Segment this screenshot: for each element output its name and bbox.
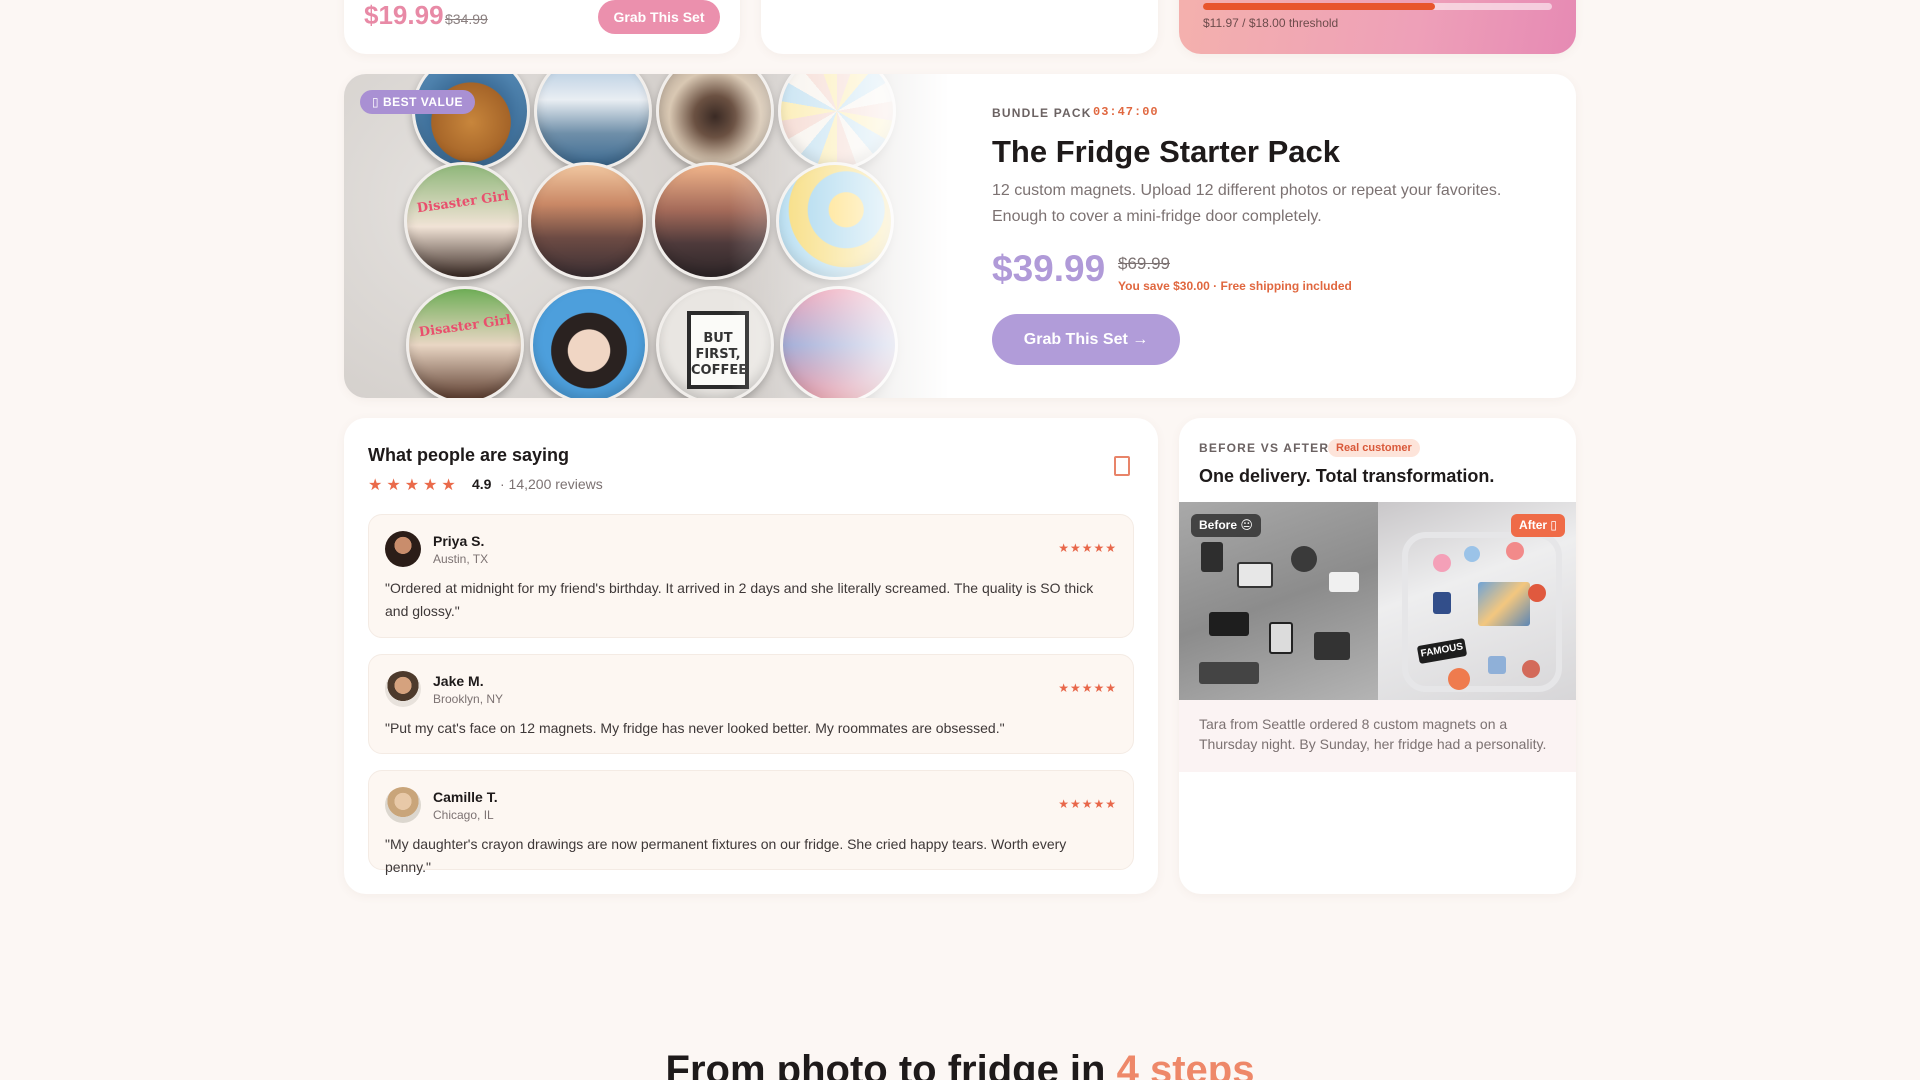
rating-stars: ★ ★ ★ ★ ★ — [368, 475, 456, 495]
rating-value: 4.9 — [472, 476, 492, 492]
shipping-progress-fill — [1203, 3, 1436, 10]
star-icon: ★ — [386, 477, 401, 494]
bundle-savings: You save $30.00 · Free shipping included — [1118, 279, 1352, 293]
bundle-title: The Fridge Starter Pack — [992, 134, 1341, 169]
after-label: After ▯ — [1511, 514, 1565, 537]
magnet-caption: Disaster Girl — [416, 188, 510, 217]
fridge-magnet-shape — [1209, 612, 1249, 636]
fridge-magnet-shape — [1329, 572, 1359, 592]
real-customer-tag: Real customer — [1328, 439, 1420, 457]
fridge-magnet-shape — [1201, 542, 1223, 572]
reviewer-location: Brooklyn, NY — [433, 692, 504, 706]
reviews-title: What people are saying — [368, 445, 570, 465]
product-card-top-left: $19.99 $34.99 Grab This Set — [344, 0, 740, 54]
product-card-top-middle — [761, 0, 1158, 54]
fridge-magnet-shape — [1237, 562, 1273, 588]
review-count: · 14,200 reviews — [500, 476, 603, 492]
avatar — [385, 787, 421, 823]
reviews-card: What people are saying ★ ★ ★ ★ ★ 4.9 · 1… — [344, 418, 1158, 894]
before-after-caption: Tara from Seattle ordered 8 custom magne… — [1179, 700, 1576, 772]
before-image: Before 😐 — [1179, 502, 1378, 700]
before-label: Before 😐 — [1191, 514, 1261, 537]
star-icon: ★ — [441, 477, 456, 494]
bundle-eyebrow: BUNDLE PACK — [992, 106, 1092, 120]
fridge-magnet-shape — [1269, 622, 1293, 654]
fridge-magnet-shape — [1291, 546, 1317, 572]
street-magnet-1 — [528, 162, 646, 280]
mountain-magnet — [534, 74, 652, 170]
review-quote: "Ordered at midnight for my friend's bir… — [385, 580, 1094, 619]
disaster-girl-magnet: Disaster Girl — [404, 162, 522, 280]
product-price: $19.99 — [364, 0, 444, 30]
reviewer-location: Chicago, IL — [433, 808, 494, 822]
review-stars: ★★★★★ — [1058, 541, 1117, 555]
bundle-card: Disaster Girl Disaster Girl BUT FIRST, C… — [344, 74, 1576, 398]
fridge-magnet-shape — [1433, 592, 1451, 614]
star-icon: ★ — [404, 477, 420, 494]
fridge-magnet-shape — [1506, 542, 1524, 560]
review-quote: "Put my cat's face on 12 magnets. My fri… — [385, 720, 1005, 736]
smiley-magnet — [776, 162, 894, 280]
shipping-progress-bar — [1203, 3, 1552, 10]
fridge-magnet-shape — [1199, 662, 1259, 684]
fridge-magnet-shape — [1528, 584, 1546, 602]
shipping-progress-card: $11.97 / $18.00 threshold — [1179, 0, 1576, 54]
street-magnet-2 — [652, 162, 770, 280]
star-icon: ★ — [368, 477, 383, 494]
after-image: After ▯ FAMOUS — [1378, 502, 1576, 700]
bundle-old-price: $69.99 — [1118, 254, 1170, 273]
reviewer-name: Camille T. — [433, 789, 498, 805]
product-old-price: $34.99 — [445, 11, 488, 27]
fridge-magnet-shape — [1464, 546, 1480, 562]
photo-collage-magnet — [1478, 582, 1530, 626]
fridge-magnet-shape — [1448, 668, 1470, 690]
dog-magnet — [412, 74, 530, 170]
avatar — [385, 531, 421, 567]
avatar — [385, 671, 421, 707]
review-item: Jake M. Brooklyn, NY ★★★★★ "Put my cat's… — [368, 654, 1134, 754]
section-heading-main: From photo to fridge in — [665, 1048, 1117, 1080]
magnet-caption-2: Disaster Girl — [418, 312, 512, 341]
bundle-description: 12 custom magnets. Upload 12 different p… — [992, 182, 1502, 225]
bookmark-icon[interactable] — [1114, 456, 1130, 476]
countdown-timer: 03:47:00 — [1093, 105, 1159, 119]
cat-magnet — [656, 74, 774, 170]
review-quote: "My daughter's crayon drawings are now p… — [385, 836, 1067, 875]
star-icon: ★ — [423, 477, 438, 494]
bundle-photo: Disaster Girl Disaster Girl BUT FIRST, C… — [344, 74, 949, 398]
reviewer-name: Jake M. — [433, 673, 484, 689]
reviewer-name: Priya S. — [433, 533, 485, 549]
reviewer-location: Austin, TX — [433, 552, 489, 566]
grab-bundle-button[interactable]: Grab This Set → — [992, 314, 1180, 365]
striped-cat-magnet — [780, 286, 898, 398]
bundle-price: $39.99 — [992, 248, 1106, 289]
fridge-magnet-shape — [1314, 632, 1350, 660]
portrait-magnet — [530, 286, 648, 398]
disaster-girl-glasses-magnet: Disaster Girl — [406, 286, 524, 398]
best-value-badge: ▯ BEST VALUE — [360, 90, 476, 114]
shipping-threshold-text: $11.97 / $18.00 threshold — [1203, 16, 1339, 30]
coffee-sign-magnet: BUT FIRST, COFFEE — [656, 286, 774, 398]
review-item: Priya S. Austin, TX ★★★★★ "Ordered at mi… — [368, 514, 1134, 638]
section-heading: From photo to fridge in 4 steps — [0, 1048, 1920, 1080]
review-stars: ★★★★★ — [1058, 681, 1117, 695]
before-after-card: BEFORE VS AFTER Real customer One delive… — [1179, 418, 1576, 894]
fridge-magnet-shape — [1522, 660, 1540, 678]
fridge-magnet-shape — [1433, 554, 1451, 572]
before-after-title: One delivery. Total transformation. — [1199, 466, 1495, 486]
section-heading-accent: 4 steps — [1116, 1048, 1255, 1080]
before-after-eyebrow: BEFORE VS AFTER — [1199, 441, 1330, 455]
review-item: Camille T. Chicago, IL ★★★★★ "My daughte… — [368, 770, 1134, 875]
fridge-magnet-shape — [1488, 656, 1506, 674]
coffee-sign-text: BUT FIRST, COFFEE — [687, 311, 749, 389]
pattern-magnet — [778, 74, 896, 170]
grab-set-button-top[interactable]: Grab This Set — [598, 0, 720, 34]
review-stars: ★★★★★ — [1058, 797, 1117, 811]
